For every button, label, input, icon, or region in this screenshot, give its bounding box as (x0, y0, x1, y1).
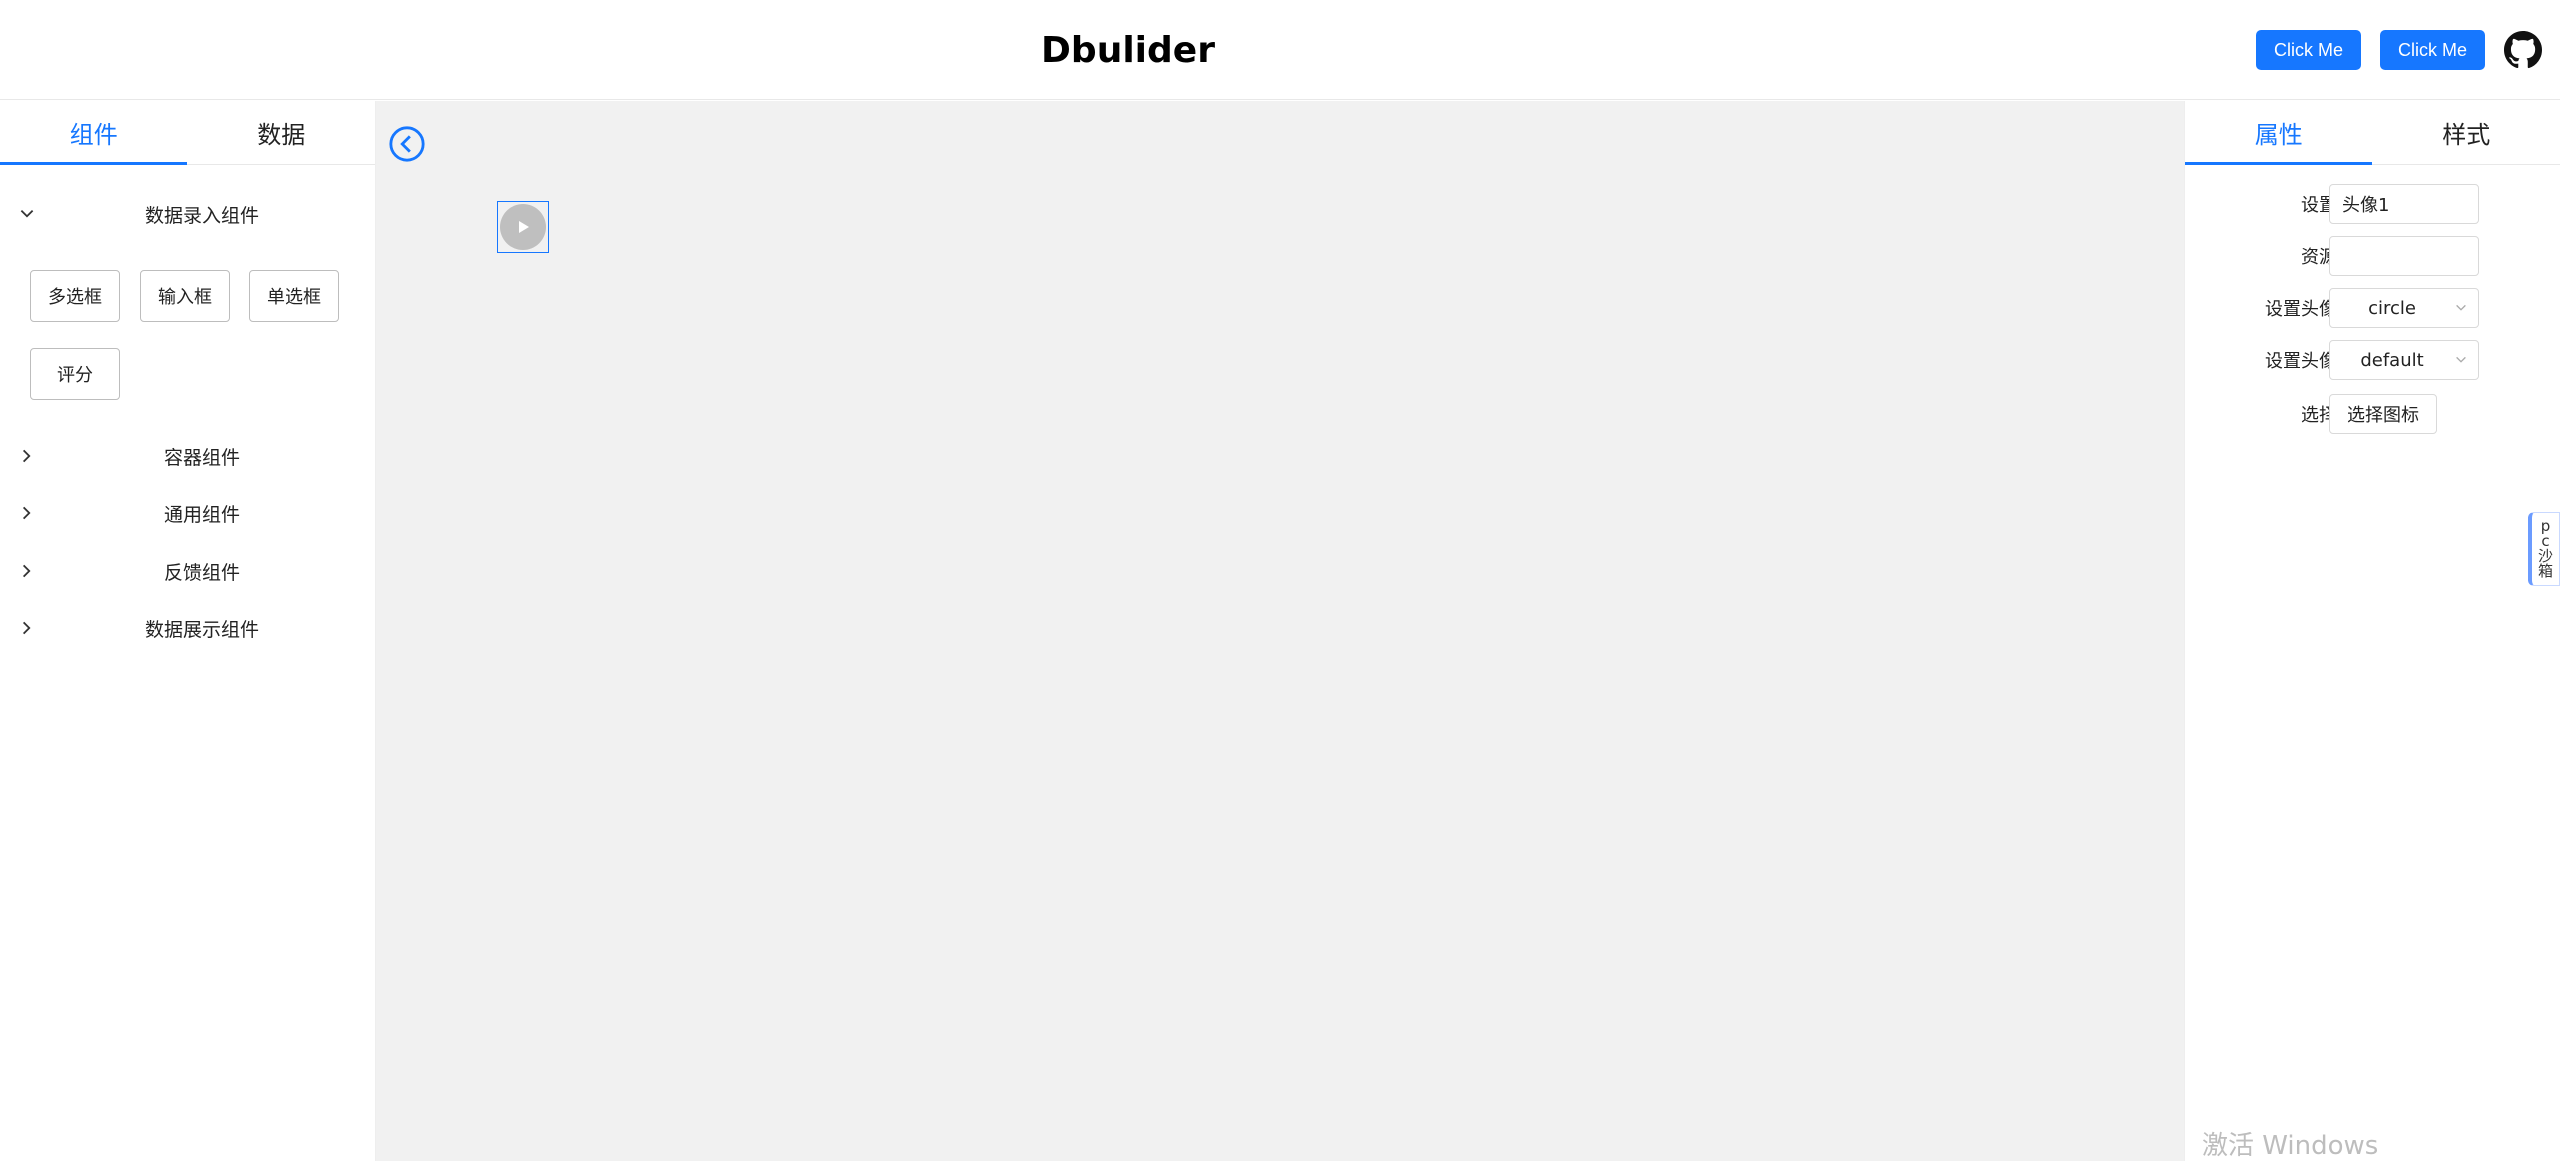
group-general[interactable]: 通用组件 (0, 493, 376, 533)
group-data-entry[interactable]: 数据录入组件 (0, 194, 376, 234)
design-canvas[interactable] (376, 101, 2184, 1161)
chevron-left-circle-icon[interactable] (388, 125, 426, 163)
github-icon[interactable] (2504, 31, 2542, 69)
click-me-button-1[interactable]: Click Me (2256, 30, 2361, 70)
group-container[interactable]: 容器组件 (0, 436, 376, 476)
chevron-right-icon (18, 619, 36, 637)
chevron-down-icon (2454, 301, 2468, 315)
app-header: Dbulider Click Me Click Me (0, 0, 2560, 100)
component-radio[interactable]: 单选框 (249, 270, 339, 322)
app-title: Dbulider (0, 0, 2256, 100)
group-label: 数据展示组件 (0, 615, 376, 642)
title-input[interactable]: 头像1 (2329, 184, 2479, 224)
right-tabs: 属性 样式 (2185, 101, 2560, 165)
group-label: 反馈组件 (0, 558, 376, 585)
component-input[interactable]: 输入框 (140, 270, 230, 322)
group-feedback[interactable]: 反馈组件 (0, 551, 376, 591)
group-label: 通用组件 (0, 500, 376, 527)
group-label: 数据录入组件 (0, 201, 376, 228)
active-tab-indicator (0, 162, 187, 165)
size-value: default (2360, 350, 2423, 371)
left-tabs: 组件 数据 (0, 101, 375, 165)
component-sidebar: 组件 数据 数据录入组件 多选框 输入框 单选框 评分 容器组件 通用组件 反馈… (0, 101, 376, 1161)
tab-data[interactable]: 数据 (188, 101, 376, 164)
size-select[interactable]: default (2329, 340, 2479, 380)
prop-row-src: 资源地址 (2185, 236, 2560, 276)
group-label: 容器组件 (0, 443, 376, 470)
prop-row-shape: 设置头像形状 circle (2185, 288, 2560, 328)
chevron-right-icon (18, 562, 36, 580)
selected-avatar-component[interactable] (497, 201, 549, 253)
src-input[interactable] (2329, 236, 2479, 276)
property-panel: 属性 样式 设置标题 头像1 资源地址 设置头像形状 circle 设置头像大小… (2184, 101, 2560, 1161)
choose-icon-button[interactable]: 选择图标 (2329, 394, 2437, 434)
prop-row-icon: 选择图标 选择图标 (2185, 394, 2560, 434)
windows-activation-watermark: 激活 Windows (2202, 1125, 2378, 1162)
chevron-down-icon (2454, 353, 2468, 367)
play-icon (514, 218, 532, 236)
pc-sandbox-tab[interactable]: p c 沙 箱 (2528, 512, 2560, 586)
click-me-button-2[interactable]: Click Me (2380, 30, 2485, 70)
tab-components[interactable]: 组件 (0, 101, 188, 164)
component-checkbox[interactable]: 多选框 (30, 270, 120, 322)
group-data-display[interactable]: 数据展示组件 (0, 608, 376, 648)
chevron-right-icon (18, 447, 36, 465)
shape-value: circle (2368, 298, 2416, 319)
tab-properties[interactable]: 属性 (2185, 101, 2373, 164)
prop-row-title: 设置标题 头像1 (2185, 184, 2560, 224)
avatar (500, 204, 546, 250)
prop-row-size: 设置头像大小 default (2185, 340, 2560, 380)
active-tab-indicator (2185, 162, 2372, 165)
chevron-right-icon (18, 504, 36, 522)
component-rate[interactable]: 评分 (30, 348, 120, 400)
shape-select[interactable]: circle (2329, 288, 2479, 328)
sandbox-char: 箱 (2538, 564, 2553, 579)
tab-styles[interactable]: 样式 (2373, 101, 2560, 164)
chevron-down-icon (18, 205, 36, 223)
